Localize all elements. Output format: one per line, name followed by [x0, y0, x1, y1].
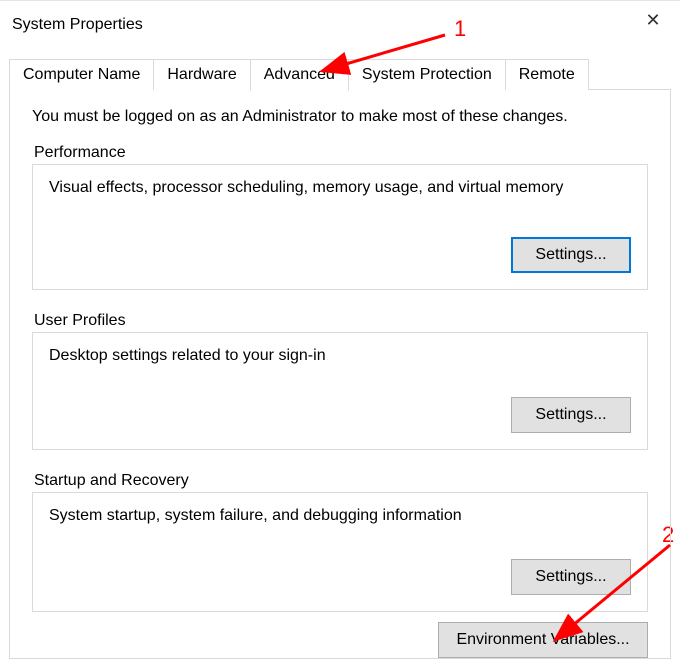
- annotation-number-1: 1: [454, 16, 466, 42]
- tab-remote[interactable]: Remote: [505, 59, 589, 90]
- window-title: System Properties: [12, 16, 668, 34]
- startup-recovery-settings-button[interactable]: Settings...: [511, 559, 631, 595]
- startup-recovery-group: Startup and Recovery System startup, sys…: [32, 472, 648, 612]
- user-profiles-group: User Profiles Desktop settings related t…: [32, 312, 648, 450]
- performance-settings-button[interactable]: Settings...: [511, 237, 631, 273]
- performance-desc: Visual effects, processor scheduling, me…: [49, 179, 631, 197]
- titlebar: System Properties ✕: [0, 1, 680, 49]
- performance-label: Performance: [34, 144, 648, 162]
- startup-recovery-desc: System startup, system failure, and debu…: [49, 507, 631, 525]
- tab-hardware[interactable]: Hardware: [153, 59, 250, 90]
- tab-system-protection[interactable]: System Protection: [348, 59, 506, 90]
- user-profiles-desc: Desktop settings related to your sign-in: [49, 347, 631, 365]
- user-profiles-label: User Profiles: [34, 312, 648, 330]
- environment-variables-button[interactable]: Environment Variables...: [438, 622, 648, 658]
- close-icon[interactable]: ✕: [630, 5, 676, 35]
- startup-recovery-label: Startup and Recovery: [34, 472, 648, 490]
- tabstrip: Computer Name Hardware Advanced System P…: [9, 59, 680, 90]
- admin-notice: You must be logged on as an Administrato…: [32, 108, 648, 126]
- user-profiles-settings-button[interactable]: Settings...: [511, 397, 631, 433]
- tab-advanced[interactable]: Advanced: [250, 59, 349, 91]
- advanced-tab-panel: You must be logged on as an Administrato…: [9, 89, 671, 659]
- tab-computer-name[interactable]: Computer Name: [9, 59, 154, 90]
- system-properties-window: System Properties ✕ Computer Name Hardwa…: [0, 0, 680, 667]
- performance-group: Performance Visual effects, processor sc…: [32, 144, 648, 290]
